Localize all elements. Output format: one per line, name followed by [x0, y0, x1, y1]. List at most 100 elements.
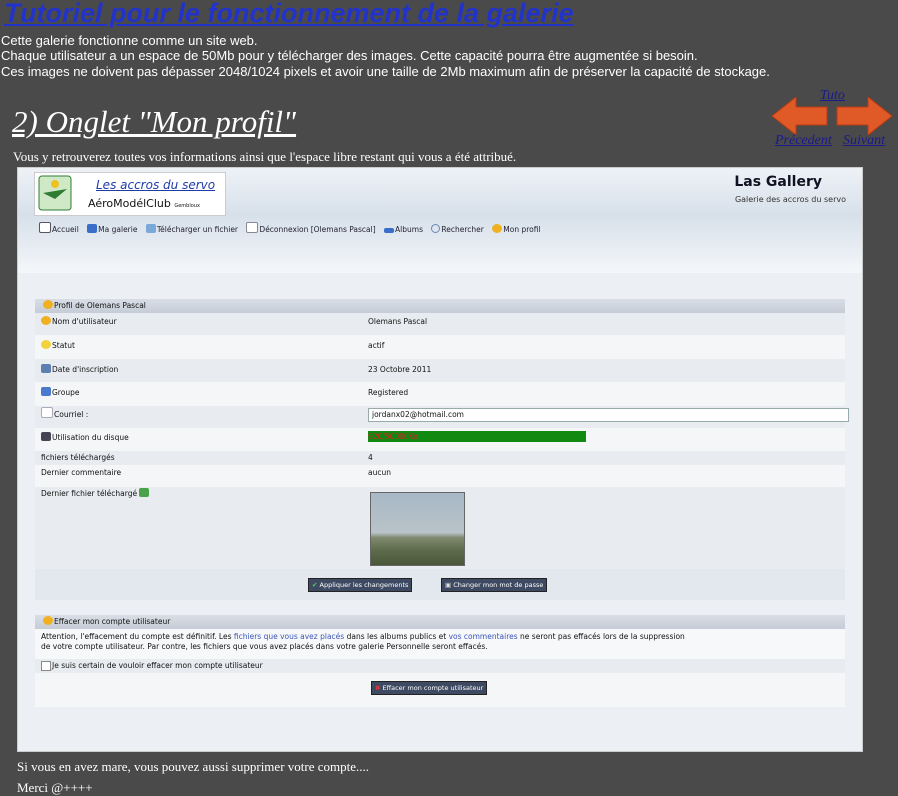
row-label: Statut	[52, 341, 75, 350]
group-label: Groupe	[41, 382, 79, 404]
date-value: 23 Octobre 2011	[368, 365, 432, 374]
confirm-row: Je suis certain de vouloir effacer mon c…	[35, 659, 845, 673]
row-comment: Dernier commentaire aucun	[35, 465, 845, 487]
outro-text: Si vous en avez mare, vous pouvez aussi …	[17, 759, 369, 774]
intro-line: Ces images ne doivent pas dépasser 2048/…	[1, 64, 770, 79]
user-logout-icon	[246, 222, 259, 233]
row-files: fichiers téléchargés 4	[35, 451, 845, 465]
status-value: actif	[368, 341, 385, 350]
delete-account-button[interactable]: ✖ Effacer mon compte utilisateur	[371, 681, 488, 695]
row-username: Nom d'utilisateur Olemans Pascal	[35, 313, 845, 335]
status-label: Statut	[41, 335, 75, 357]
profile-header-label: Profil de Olemans Pascal	[54, 301, 146, 310]
calendar-icon	[41, 364, 51, 373]
gallery-icon	[87, 224, 98, 233]
site-description: Galerie des accros du servo	[734, 195, 846, 204]
menu-item-profile[interactable]: Mon profil	[492, 224, 541, 234]
lightbulb-icon	[41, 340, 51, 349]
change-password-button[interactable]: ▣ Changer mon mot de passe	[441, 578, 548, 592]
menu-label: Ma galerie	[98, 225, 138, 234]
gallery-header: Les accros du servo AéroModélClub Gemblo…	[18, 168, 862, 273]
outro-text: Merci @++++	[17, 780, 93, 795]
button-label: Appliquer les changements	[319, 581, 409, 589]
menu-label: Déconnexion [Olemans Pascal]	[259, 225, 376, 234]
next-link[interactable]: Suivant	[843, 133, 885, 149]
user-icon	[43, 300, 53, 309]
username-label: Nom d'utilisateur	[41, 313, 117, 331]
comments-link[interactable]: vos commentaires	[449, 632, 518, 641]
menu-item-ma-galerie[interactable]: Ma galerie	[87, 224, 138, 234]
menu-item-logout[interactable]: Déconnexion [Olemans Pascal]	[246, 222, 376, 234]
comment-value: aucun	[368, 468, 391, 477]
warning-text: Attention, l'effacement du compte est dé…	[41, 632, 234, 641]
mail-icon	[41, 407, 53, 418]
files-value: 4	[368, 453, 373, 462]
next-arrow-icon	[836, 97, 893, 135]
club-logo[interactable]: Les accros du servo AéroModélClub Gemblo…	[34, 172, 226, 216]
confirm-checkbox[interactable]	[41, 661, 51, 671]
username-value: Olemans Pascal	[368, 317, 428, 326]
row-disk: Utilisation du disque 920/50000Ko	[35, 428, 845, 451]
row-email: Courriel : jordanx02@hotmail.com	[35, 406, 849, 428]
menu-item-albums[interactable]: Albums	[384, 225, 423, 234]
tuto-link[interactable]: Tuto	[820, 88, 845, 104]
row-label: Date d'inscription	[52, 365, 119, 374]
row-status: Statut actif	[35, 335, 845, 359]
confirm-label: Je suis certain de vouloir effacer mon c…	[52, 661, 263, 670]
email-label: Courriel :	[41, 406, 88, 424]
gallery-menu: Accueil Ma galerie Télécharger un fichie…	[39, 222, 547, 234]
menu-label: Mon profil	[503, 225, 541, 234]
apply-changes-button[interactable]: ✔ Appliquer les changements	[308, 578, 413, 592]
logo-subtitle: AéroModélClub Gembloux	[88, 197, 200, 210]
club-city: Gembloux	[174, 203, 200, 209]
menu-label: Albums	[395, 225, 423, 234]
group-value: Registered	[368, 388, 409, 397]
menu-label: Télécharger un fichier	[156, 225, 239, 234]
profile-icon	[492, 224, 503, 233]
prev-arrow-icon	[771, 97, 828, 135]
row-label: Courriel :	[54, 410, 89, 419]
date-label: Date d'inscription	[41, 359, 118, 381]
intro-line: Cette galerie fonctionne comme un site w…	[1, 33, 258, 48]
files-link[interactable]: fichiers que vous avez placés	[234, 632, 344, 641]
upload-icon	[145, 224, 156, 233]
delete-header-label: Effacer mon compte utilisateur	[54, 617, 171, 626]
profile-panel: Profil de Olemans Pascal Nom d'utilisate…	[35, 299, 849, 569]
gallery-screenshot: Les accros du servo AéroModélClub Gemblo…	[17, 167, 863, 752]
previous-link[interactable]: Précedent	[775, 133, 832, 149]
row-date: Date d'inscription 23 Octobre 2011	[35, 359, 845, 382]
user-icon	[41, 316, 51, 325]
search-icon	[431, 224, 441, 233]
delete-warning: Attention, l'effacement du compte est dé…	[35, 632, 841, 658]
menu-item-upload[interactable]: Télécharger un fichier	[145, 224, 239, 234]
logo-title[interactable]: Les accros du servo	[96, 178, 215, 192]
home-icon	[39, 222, 51, 233]
club-name: AéroModélClub	[88, 197, 171, 210]
airplane-logo-icon	[38, 175, 72, 211]
row-group: Groupe Registered	[35, 382, 845, 406]
comment-label: Dernier commentaire	[41, 468, 122, 477]
page-title[interactable]: Tutoriel pour le fonctionnement de la ga…	[4, 0, 574, 29]
last-file-label: Dernier fichier téléchargé	[41, 487, 150, 501]
site-name: Las Gallery	[734, 174, 822, 190]
delete-account-panel: Effacer mon compte utilisateur Attention…	[35, 615, 845, 707]
button-label: Effacer mon compte utilisateur	[382, 684, 484, 692]
row-label: Nom d'utilisateur	[52, 317, 117, 326]
intro-line: Chaque utilisateur a un espace de 50Mb p…	[1, 48, 698, 63]
profile-actions: ✔ Appliquer les changements ▣ Changer mo…	[35, 569, 845, 600]
row-label: Utilisation du disque	[52, 433, 129, 442]
delete-panel-header: Effacer mon compte utilisateur	[35, 615, 845, 629]
group-icon	[41, 387, 51, 396]
menu-item-accueil[interactable]: Accueil	[39, 222, 79, 234]
warning-text: dans les albums publics et	[344, 632, 449, 641]
profile-panel-header: Profil de Olemans Pascal	[35, 299, 845, 313]
disk-label: Utilisation du disque	[41, 428, 129, 448]
email-field[interactable]: jordanx02@hotmail.com	[368, 408, 849, 422]
last-file-thumbnail[interactable]	[370, 492, 465, 566]
user-icon	[43, 616, 53, 625]
menu-item-search[interactable]: Rechercher	[431, 224, 484, 234]
row-last-file: Dernier fichier téléchargé	[35, 487, 845, 569]
menu-label: Rechercher	[441, 225, 484, 234]
files-label: fichiers téléchargés	[41, 453, 115, 462]
warning-text: ne seront pas effacés lors de la suppres…	[517, 632, 685, 641]
